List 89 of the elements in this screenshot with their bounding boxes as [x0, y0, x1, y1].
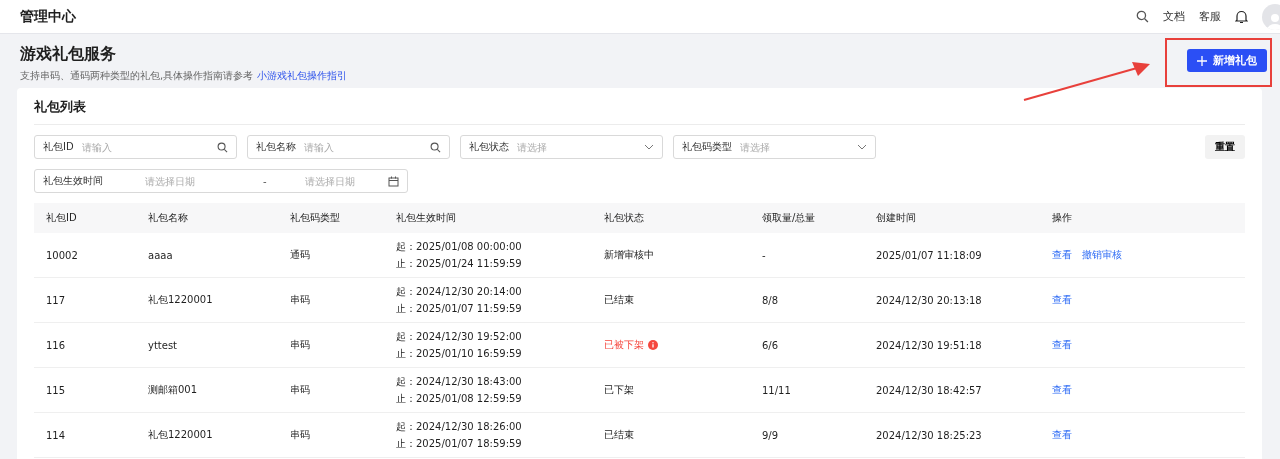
- table-cell: 117: [46, 294, 66, 306]
- info-icon[interactable]: [648, 340, 658, 350]
- search-icon: [430, 141, 441, 153]
- start-time: 起：2024/12/30 18:43:00: [396, 374, 523, 389]
- table-cell: 2024/12/30 18:42:57: [876, 384, 982, 396]
- table-cell: 串码: [290, 384, 310, 395]
- search-icon: [217, 141, 228, 153]
- table-cell: 9/9: [762, 429, 779, 441]
- start-time: 起：2024/12/30 20:14:00: [396, 284, 523, 299]
- table-cell: 2024/12/30 18:25:23: [876, 429, 982, 441]
- column-header: 礼包名称: [136, 203, 278, 233]
- table-cell: 礼包1220001: [148, 429, 213, 440]
- field-label: 礼包状态: [469, 140, 509, 154]
- table-cell: 116: [46, 339, 66, 351]
- add-gift-button[interactable]: 新增礼包: [1187, 49, 1267, 72]
- table-cell: 6/6: [762, 339, 779, 351]
- search-field[interactable]: 礼包ID 请输入: [34, 135, 237, 159]
- table-cell: aaaa: [148, 249, 173, 261]
- field-label: 礼包ID: [43, 140, 74, 154]
- chevron-down-icon: [857, 144, 867, 150]
- end-time: 止：2025/01/10 16:59:59: [396, 346, 523, 361]
- select-field[interactable]: 礼包码类型 请选择: [673, 135, 876, 159]
- input-field[interactable]: 请输入: [81, 141, 209, 153]
- column-header: 礼包状态: [592, 203, 750, 233]
- search-field[interactable]: 礼包名称 请输入: [247, 135, 450, 159]
- action-link[interactable]: 查看: [1052, 429, 1072, 440]
- end-time: 止：2025/01/24 11:59:59: [396, 256, 523, 271]
- table-cell: 通码: [290, 249, 310, 260]
- table-cell: yttest: [148, 339, 178, 351]
- table-cell: 2024/12/30 20:13:18: [876, 294, 982, 306]
- start-time: 起：2024/12/30 19:52:00: [396, 329, 523, 344]
- reset-button[interactable]: 重置: [1205, 135, 1245, 159]
- start-date-input[interactable]: 请选择日期: [145, 175, 215, 187]
- end-time: 止：2025/01/07 11:59:59: [396, 301, 523, 316]
- table-cell: 11/11: [762, 384, 791, 396]
- calendar-icon: [388, 175, 399, 187]
- page-description: 支持串码、通码两种类型的礼包,具体操作指南请参考 小游戏礼包操作指引: [19, 69, 348, 83]
- end-time: 止：2025/01/08 12:59:59: [396, 391, 523, 406]
- input-field[interactable]: 请选择: [517, 141, 636, 153]
- bell-icon[interactable]: [1235, 9, 1248, 24]
- field-label: 礼包码类型: [682, 140, 732, 154]
- column-header: 领取量/总量: [750, 203, 864, 233]
- search-icon: [1136, 10, 1149, 23]
- input-field[interactable]: 请选择: [740, 141, 849, 153]
- column-header: 礼包ID: [34, 203, 136, 233]
- start-time: 起：2024/12/30 18:26:00: [396, 419, 523, 434]
- action-link[interactable]: 查看: [1052, 294, 1072, 305]
- table-cell: 115: [46, 384, 66, 396]
- table-cell: 10002: [46, 249, 78, 261]
- card-title: 礼包列表: [34, 88, 1245, 125]
- column-header: 礼包码类型: [278, 203, 384, 233]
- table-cell: 串码: [290, 294, 310, 305]
- chevron-down-icon: [644, 144, 654, 150]
- action-link[interactable]: 查看: [1052, 339, 1072, 350]
- guide-link[interactable]: 小游戏礼包操作指引: [257, 70, 348, 81]
- field-label: 礼包生效时间: [43, 174, 103, 188]
- status-text: 已结束: [604, 429, 634, 440]
- action-link[interactable]: 查看: [1052, 249, 1072, 260]
- field-label: 礼包名称: [256, 140, 296, 154]
- select-field[interactable]: 礼包状态 请选择: [460, 135, 663, 159]
- status-text: 已被下架: [604, 339, 644, 350]
- action-link[interactable]: 撤销审核: [1082, 249, 1122, 260]
- page-title: 游戏礼包服务: [19, 44, 117, 65]
- table-cell: 2025/01/07 11:18:09: [876, 249, 982, 261]
- end-time: 止：2025/01/07 18:59:59: [396, 436, 523, 451]
- nav-link[interactable]: 文档: [1163, 9, 1185, 24]
- nav-link[interactable]: 客服: [1199, 9, 1221, 24]
- input-field[interactable]: 请输入: [304, 141, 422, 153]
- date-range-field[interactable]: 礼包生效时间 请选择日期 - 请选择日期: [34, 169, 408, 193]
- column-header: 操作: [1040, 203, 1245, 233]
- column-header: 创建时间: [864, 203, 1040, 233]
- column-header: 礼包生效时间: [384, 203, 592, 233]
- range-separator: -: [263, 175, 267, 187]
- table-cell: 测邮箱001: [148, 384, 198, 395]
- start-time: 起：2025/01/08 00:00:00: [396, 239, 523, 254]
- end-date-input[interactable]: 请选择日期: [304, 175, 380, 187]
- table-cell: 串码: [290, 429, 310, 440]
- table-cell: 114: [46, 429, 66, 441]
- table-cell: 串码: [290, 339, 310, 350]
- status-text: 已结束: [604, 294, 634, 305]
- table-cell: 礼包1220001: [148, 294, 213, 305]
- table-cell: 2024/12/30 19:51:18: [876, 339, 982, 351]
- plus-icon: [1197, 55, 1207, 66]
- table-cell: 8/8: [762, 294, 779, 306]
- app-title: 管理中心: [20, 7, 77, 26]
- action-link[interactable]: 查看: [1052, 384, 1072, 395]
- table-cell: -: [762, 249, 766, 261]
- status-text: 新增审核中: [604, 249, 654, 260]
- status-text: 已下架: [604, 384, 634, 395]
